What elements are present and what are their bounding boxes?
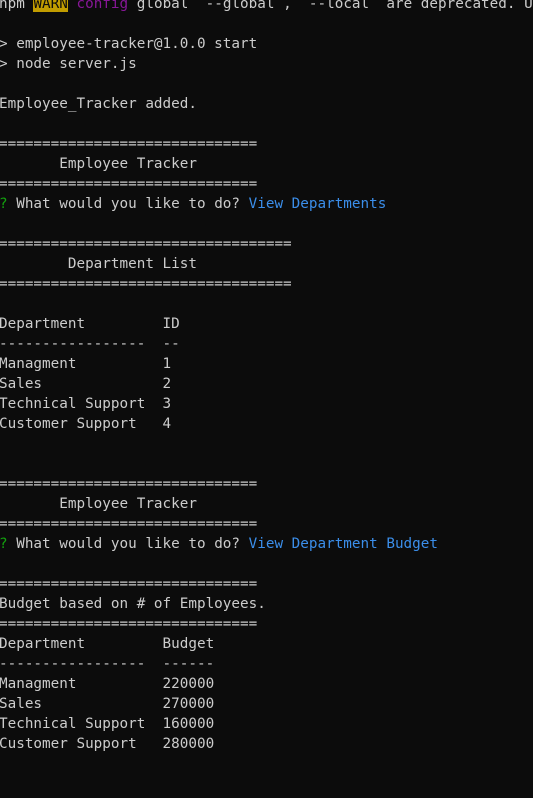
banner-rule: ==============================: [0, 176, 258, 192]
question-mark-icon: ?: [0, 536, 8, 552]
table-header: Department ID: [0, 316, 180, 332]
section-rule: ==============================: [0, 576, 258, 592]
prompt-question: What would you like to do?: [7, 536, 249, 552]
section-title: Department List: [0, 256, 197, 272]
npm-prefix: npm: [0, 0, 34, 12]
table-row: Technical Support 160000: [0, 716, 215, 732]
prompt-line: ? What would you like to do? View Depart…: [0, 194, 386, 214]
banner-title: Employee Tracker: [0, 496, 197, 512]
banner-rule: ==============================: [0, 476, 258, 492]
warn-message: global --global , --local are deprecated…: [136, 0, 533, 12]
table-row: Sales 2: [0, 376, 172, 392]
node-command-line: > node server.js: [0, 56, 137, 72]
table-divider: ----------------- ------: [0, 656, 215, 672]
prompt-answer: View Departments: [248, 196, 387, 212]
prompt-answer: View Department Budget: [248, 536, 438, 552]
section-rule: ==================================: [0, 276, 292, 292]
warn-badge: WARN: [33, 0, 68, 12]
banner-title: Employee Tracker: [0, 156, 197, 172]
table-row: Sales 270000: [0, 696, 215, 712]
question-mark-icon: ?: [0, 196, 8, 212]
added-message: Employee_Tracker added.: [0, 96, 197, 112]
section-rule: ==================================: [0, 236, 292, 252]
table-row: Customer Support 280000: [0, 736, 215, 752]
section-rule: ==============================: [0, 616, 258, 632]
table-row: Technical Support 3: [0, 396, 172, 412]
terminal-window[interactable]: npm WARN config global --global , --loca…: [0, 0, 533, 798]
section-title: Budget based on # of Employees.: [0, 596, 266, 612]
table-divider: ----------------- --: [0, 336, 180, 352]
table-row: Managment 1: [0, 356, 172, 372]
prompt-line: ? What would you like to do? View Depart…: [0, 534, 438, 554]
npm-script-line: > employee-tracker@1.0.0 start: [0, 36, 258, 52]
prompt-question: What would you like to do?: [7, 196, 249, 212]
npm-warn-line: npm WARN config global --global , --loca…: [0, 0, 533, 14]
banner-rule: ==============================: [0, 136, 258, 152]
table-header: Department Budget: [0, 636, 215, 652]
banner-rule: ==============================: [0, 516, 258, 532]
table-row: Customer Support 4: [0, 416, 172, 432]
config-keyword: config: [67, 0, 129, 12]
table-row: Managment 220000: [0, 676, 215, 692]
